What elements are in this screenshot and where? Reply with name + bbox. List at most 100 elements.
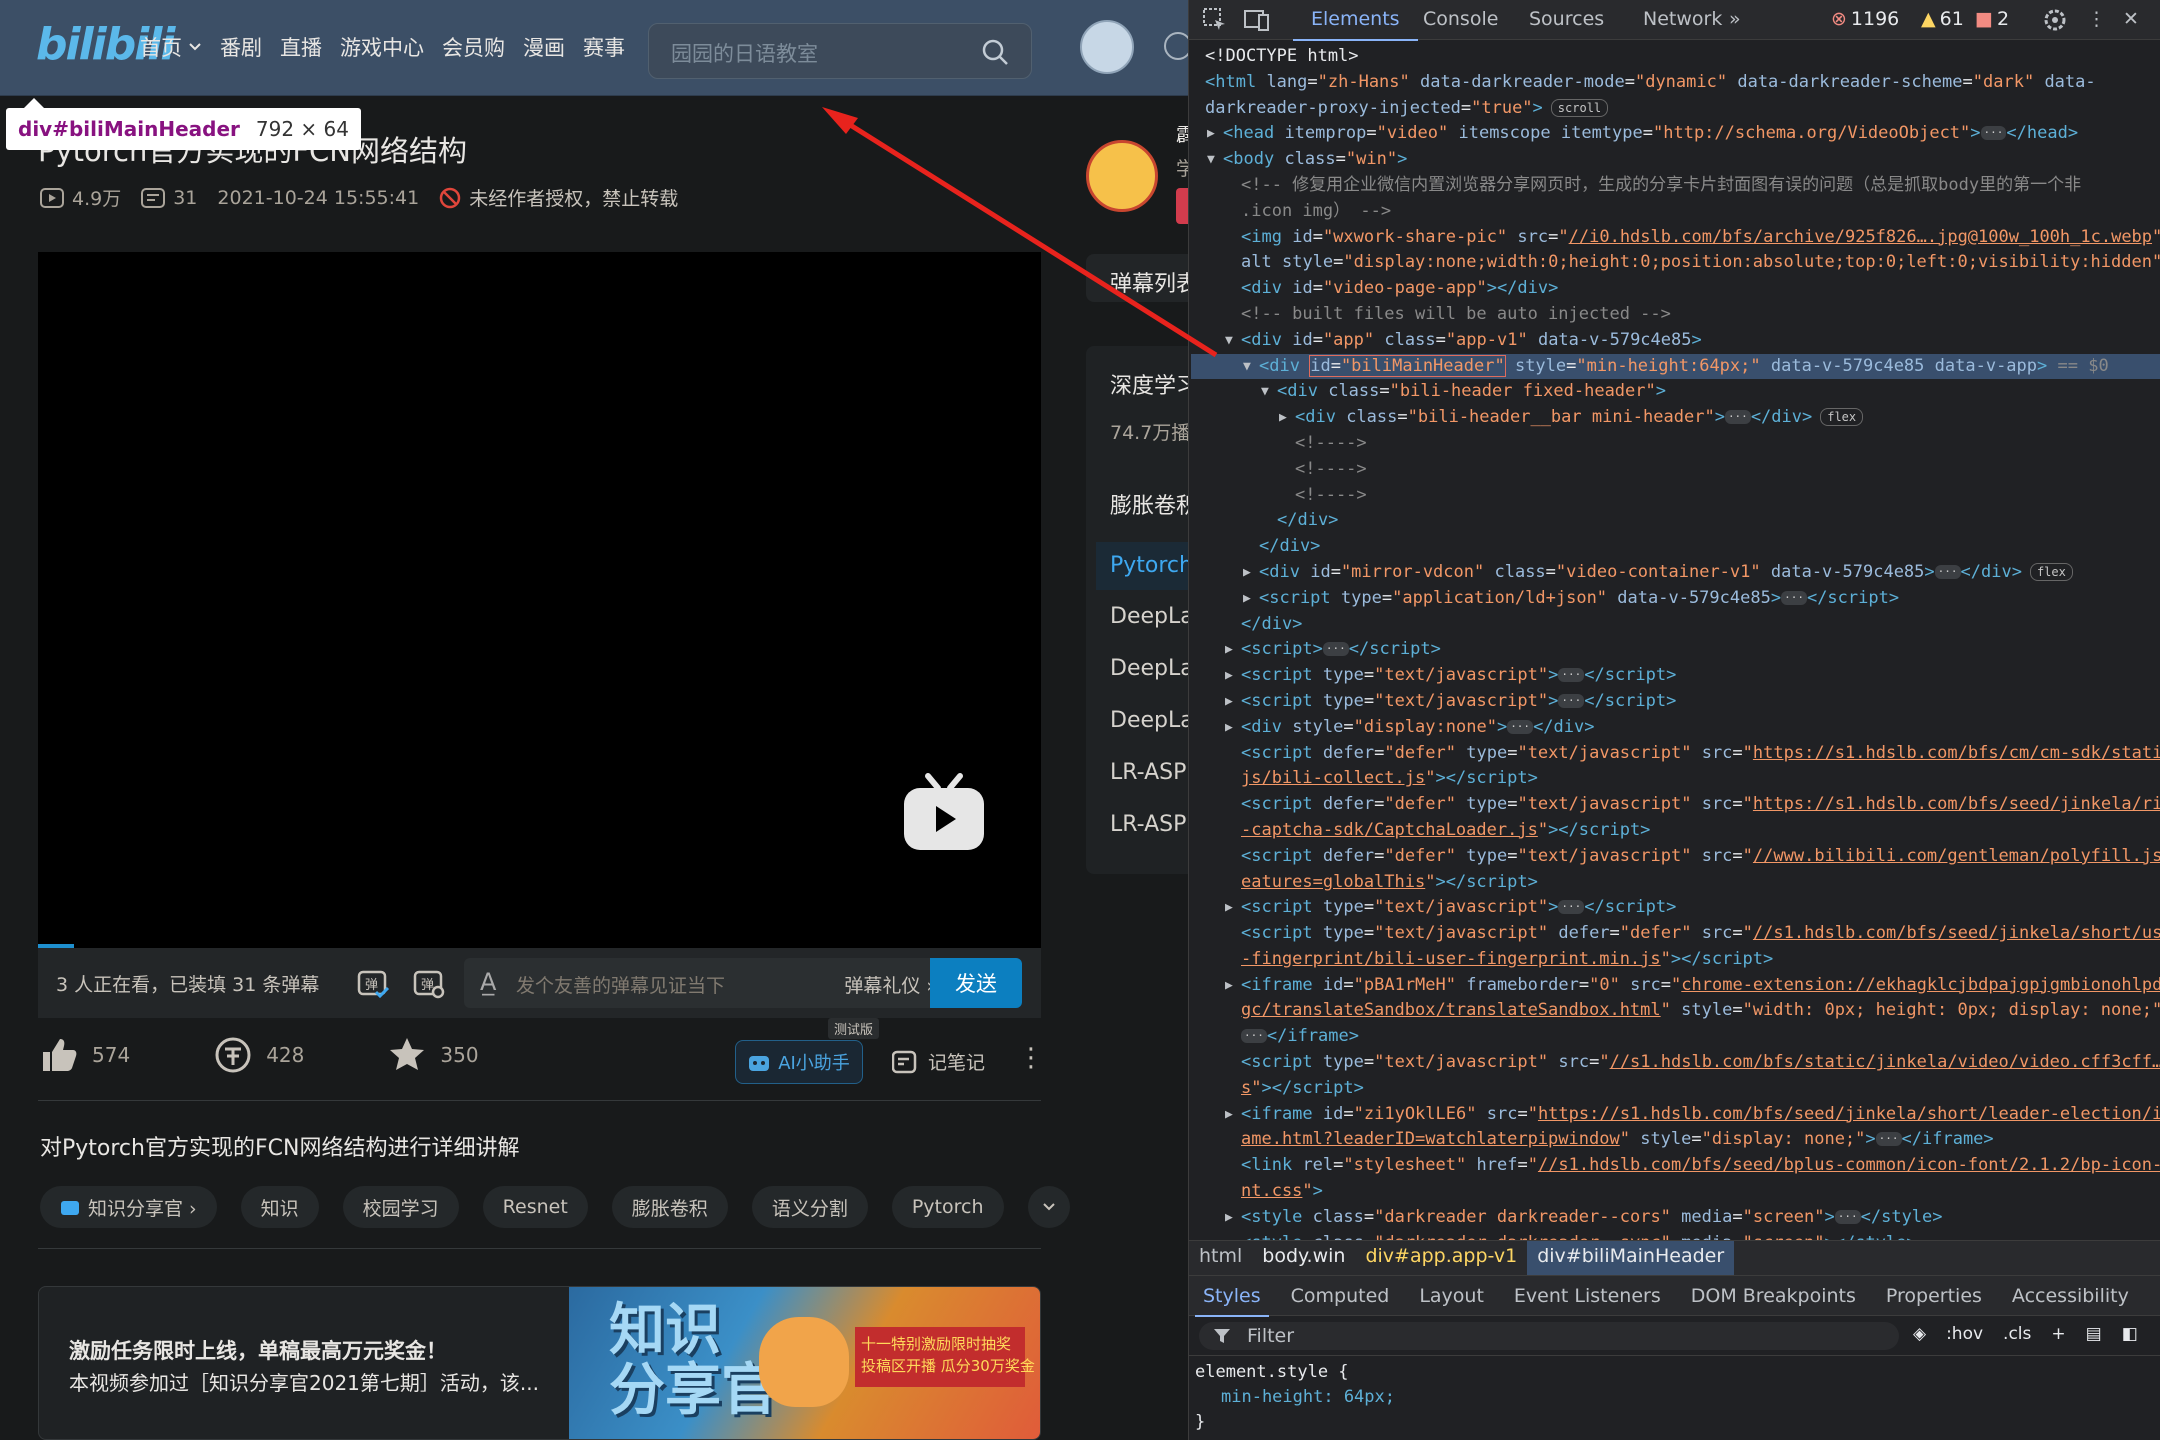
expand-node-icon[interactable]: ▶ xyxy=(1243,560,1251,586)
dom-tree[interactable]: <!DOCTYPE html> <html lang="zh-Hans" data… xyxy=(1189,44,2160,1240)
tab-styles[interactable]: Styles xyxy=(1195,1285,1269,1317)
nav-esports[interactable]: 赛事 xyxy=(583,32,625,62)
dom-line[interactable]: </div> xyxy=(1191,612,2160,638)
tab-accessibility[interactable]: Accessibility xyxy=(2012,1285,2129,1307)
expand-node-icon[interactable]: ▶ xyxy=(1225,1102,1233,1128)
playlist-item[interactable]: DeepLa xyxy=(1110,604,1188,629)
follow-button[interactable] xyxy=(1176,188,1188,224)
dom-line[interactable]: <script defer="defer" type="text/javascr… xyxy=(1191,792,2160,818)
expand-node-icon[interactable]: ▶ xyxy=(1243,586,1251,612)
hov-button[interactable]: :hov xyxy=(1946,1324,1983,1344)
text-style-icon[interactable]: A̲ xyxy=(480,968,496,996)
expand-node-icon[interactable]: ▶ xyxy=(1225,1205,1233,1231)
dom-line[interactable]: ▶ <script> ··· </script> xyxy=(1191,637,2160,663)
tab-elements[interactable]: Elements xyxy=(1293,8,1418,41)
danmaku-list-toggle[interactable]: 弹幕列表 xyxy=(1086,254,1188,302)
video-player[interactable] xyxy=(38,252,1041,948)
activity-banner[interactable]: 激励任务限时上线，单稿最高万元奖金！ 本视频参加过［知识分享官2021第七期］活… xyxy=(38,1286,1041,1440)
dom-line[interactable]: <img id="wxwork-share-pic" src="//i0.hds… xyxy=(1191,225,2160,251)
uploader-name[interactable]: 霹 xyxy=(1176,120,1188,147)
playlist-title[interactable]: 深度学习 xyxy=(1110,368,1188,400)
dom-line[interactable]: ▶ <iframe id="pBA1rMeH" frameborder="0" s… xyxy=(1191,973,2160,999)
tab-layout[interactable]: Layout xyxy=(1419,1285,1484,1307)
collapse-node-icon[interactable]: ▼ xyxy=(1207,147,1215,173)
dom-line[interactable]: js/bili-collect.js"></script> xyxy=(1191,766,2160,792)
dom-line[interactable]: ▶ <style class="darkreader darkreader--co… xyxy=(1191,1205,2160,1231)
search-icon[interactable] xyxy=(981,38,1009,66)
dom-line[interactable]: darkreader-proxy-injected="true"> scroll xyxy=(1191,96,2160,122)
layers-icon[interactable]: ◈ xyxy=(1913,1324,1926,1344)
expand-node-icon[interactable]: ▶ xyxy=(1225,637,1233,663)
dom-line[interactable]: </div> xyxy=(1191,534,2160,560)
tag-item[interactable]: 膨胀卷积 xyxy=(611,1186,728,1228)
dom-line[interactable]: ame.html?leaderID=watchlaterpipwindow" s… xyxy=(1191,1127,2160,1153)
user-avatar[interactable] xyxy=(1080,20,1134,74)
expand-node-icon[interactable]: ▶ xyxy=(1207,121,1215,147)
tag-item[interactable]: 语义分割 xyxy=(751,1186,868,1228)
nav-games[interactable]: 游戏中心 xyxy=(340,32,424,62)
paint-icon[interactable]: ▤ xyxy=(2086,1324,2102,1344)
dom-line[interactable]: <!-- built files will be auto injected -… xyxy=(1191,302,2160,328)
dom-line[interactable]: eatures=globalThis"></script> xyxy=(1191,870,2160,896)
dom-line[interactable]: <!-- 修复用企业微信内置浏览器分享网页时，生成的分享卡片封面图有误的问题（总… xyxy=(1191,173,2160,199)
like-button[interactable]: 574 xyxy=(40,1036,130,1074)
favorite-button[interactable]: 350 xyxy=(388,1036,479,1074)
dom-line[interactable]: <html lang="zh-Hans" data-darkreader-mod… xyxy=(1191,70,2160,96)
tab-console[interactable]: Console xyxy=(1423,8,1498,30)
dom-line[interactable]: <div id="video-page-app"></div> xyxy=(1191,276,2160,302)
dom-line[interactable]: s"></script> xyxy=(1191,1076,2160,1102)
tag-item[interactable]: 知识 xyxy=(240,1186,319,1228)
breadcrumb-item-selected[interactable]: div#biliMainHeader xyxy=(1527,1241,1735,1275)
header-extra-icon[interactable] xyxy=(1164,32,1188,60)
expand-node-icon[interactable]: ▶ xyxy=(1225,895,1233,921)
expand-tags-button[interactable] xyxy=(1027,1186,1070,1228)
dom-line[interactable]: ▼ <div class="bili-header fixed-header"> xyxy=(1191,379,2160,405)
dom-line[interactable]: gc/translateSandbox/translateSandbox.htm… xyxy=(1191,998,2160,1024)
tab-properties[interactable]: Properties xyxy=(1886,1285,1982,1307)
danmaku-settings-icon[interactable]: 弹 xyxy=(412,966,446,1000)
expand-node-icon[interactable]: ▶ xyxy=(1279,405,1287,431)
more-options-icon[interactable]: ⋮ xyxy=(1018,1045,1044,1071)
uploader-avatar[interactable] xyxy=(1086,140,1158,212)
dom-line[interactable]: ▶ <div class="bili-header__bar mini-heade… xyxy=(1191,405,2160,431)
dom-line[interactable]: <style class="darkreader darkreader--syn… xyxy=(1191,1231,2160,1240)
dom-line[interactable]: <script defer="defer" type="text/javascr… xyxy=(1191,741,2160,767)
warning-count[interactable]: ▲ 61 xyxy=(1921,8,1964,30)
danmaku-input[interactable]: A̲ 发个友善的弹幕见证当下 弹幕礼仪 › xyxy=(464,958,962,1008)
dom-line[interactable]: ▶ <script type="text/javascript"> ··· </scr… xyxy=(1191,663,2160,689)
tab-sources[interactable]: Sources xyxy=(1529,8,1604,30)
dom-line[interactable]: ▼ <div id="app" class="app-v1" data-v-579… xyxy=(1191,328,2160,354)
collapse-node-icon[interactable]: ▼ xyxy=(1243,354,1251,380)
dom-line[interactable]: ▶ <div id="mirror-vdcon" class="video-con… xyxy=(1191,560,2160,586)
settings-gear-icon[interactable] xyxy=(2041,6,2069,34)
dom-line[interactable]: ··· </iframe> xyxy=(1191,1024,2160,1050)
danmaku-toggle-icon[interactable]: 弹 xyxy=(356,966,390,1000)
danmaku-etiquette-link[interactable]: 弹幕礼仪 › xyxy=(844,971,934,998)
tag-item[interactable]: Resnet xyxy=(482,1186,588,1228)
dom-line[interactable]: -captcha-sdk/CaptchaLoader.js"></script> xyxy=(1191,818,2160,844)
playlist-item[interactable]: LR-ASP xyxy=(1110,760,1186,785)
collapse-node-icon[interactable]: ▼ xyxy=(1261,379,1269,405)
playlist-item[interactable]: LR-ASP xyxy=(1110,812,1186,837)
dom-line[interactable]: ▶ <script type="text/javascript"> ··· </scr… xyxy=(1191,895,2160,921)
dom-line[interactable]: -fingerprint/bili-user-fingerprint.min.j… xyxy=(1191,947,2160,973)
nav-live[interactable]: 直播 xyxy=(280,32,322,62)
nav-home[interactable]: 首页 xyxy=(140,32,202,62)
new-rule-icon[interactable]: + xyxy=(2051,1324,2065,1344)
dom-line[interactable]: ▶ <div style="display:none"> ··· </div> xyxy=(1191,715,2160,741)
dom-line-selected[interactable]: ▼ <div id="biliMainHeader" style="min-hei… xyxy=(1191,353,2160,380)
error-count[interactable]: ⊗ 1196 xyxy=(1831,8,1899,30)
breadcrumb-item[interactable]: html xyxy=(1189,1241,1252,1275)
tag-knowledge-sharer[interactable]: 知识分享官 › xyxy=(40,1186,217,1228)
tab-computed[interactable]: Computed xyxy=(1291,1285,1390,1307)
expand-node-icon[interactable]: ▶ xyxy=(1225,663,1233,689)
dom-line[interactable]: <!DOCTYPE html> xyxy=(1191,44,2160,70)
ai-assistant-button[interactable]: AI小助手 xyxy=(735,1040,863,1084)
playlist-item[interactable]: DeepLa xyxy=(1110,708,1188,733)
nav-anime[interactable]: 番剧 xyxy=(220,32,262,62)
filter-input[interactable]: Filter xyxy=(1199,1322,1899,1350)
tab-event-listeners[interactable]: Event Listeners xyxy=(1514,1285,1661,1307)
tab-dom-breakpoints[interactable]: DOM Breakpoints xyxy=(1691,1285,1856,1307)
rule-property[interactable]: min-height: 64px; xyxy=(1195,1385,1395,1410)
more-tabs-icon[interactable]: » xyxy=(1729,8,1741,30)
